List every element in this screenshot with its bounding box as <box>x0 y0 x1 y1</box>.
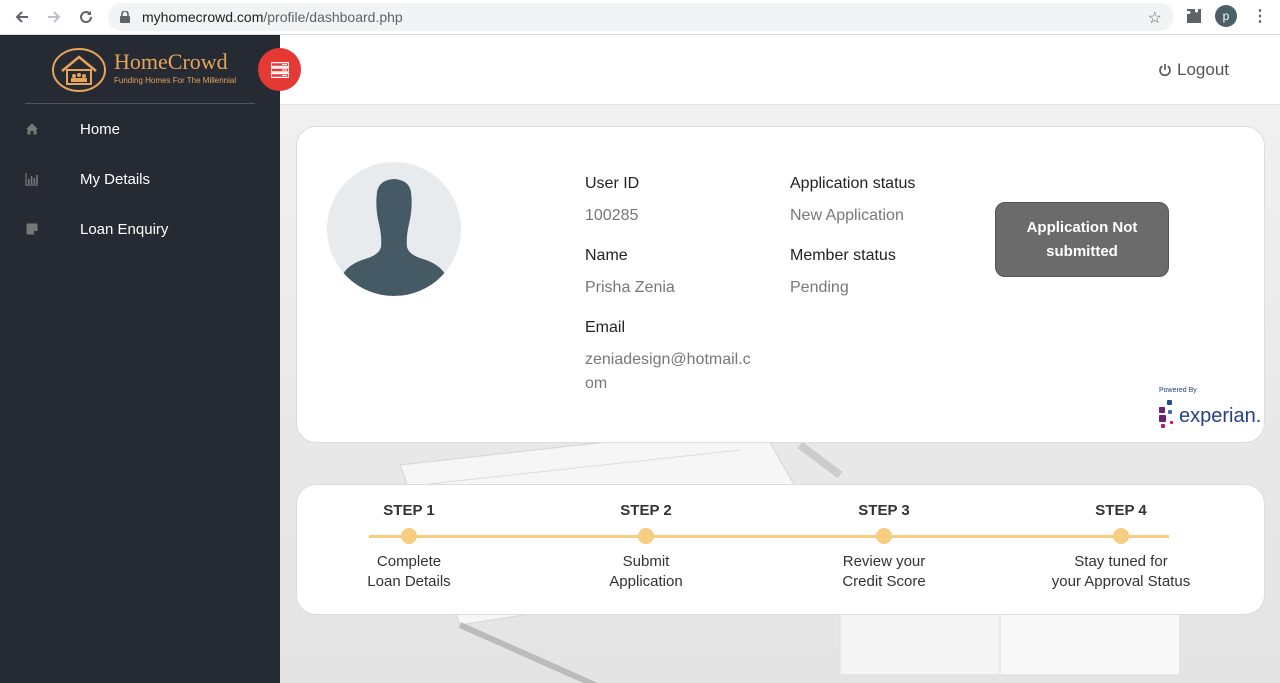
steps-card: STEP 1 Complete Loan Details STEP 2 Subm… <box>296 484 1265 615</box>
status-button-line1: Application Not <box>1026 218 1138 236</box>
step-desc: Complete Loan Details <box>367 553 451 590</box>
bookmark-star-icon[interactable]: ☆ <box>1148 8 1162 28</box>
more-menu-icon[interactable]: ⋮ <box>1252 6 1268 26</box>
user-id-label: User ID <box>585 175 640 192</box>
sidebar-divider <box>25 103 255 104</box>
sidebar-item-label: Loan Enquiry <box>80 220 169 238</box>
member-status-label: Member status <box>790 247 896 264</box>
member-status-value: Pending <box>790 279 849 296</box>
profile-card: User ID 100285 Name Prisha Zenia Email z… <box>296 126 1265 443</box>
steps-progress-line <box>369 535 1169 538</box>
step-title: STEP 3 <box>858 502 910 519</box>
brand-logo[interactable]: HomeCrowd Funding Homes For The Millenni… <box>52 45 242 95</box>
experian-dots-icon <box>1159 400 1173 428</box>
email-value-line2: om <box>585 375 608 392</box>
browser-toolbar: myhomecrowd.com/profile/dashboard.php ☆ … <box>0 0 1280 35</box>
lock-icon <box>120 11 130 23</box>
step-dot <box>401 528 417 544</box>
step-dot <box>1113 528 1129 544</box>
address-bar[interactable]: myhomecrowd.com/profile/dashboard.php ☆ <box>108 3 1174 31</box>
house-logo-icon <box>52 48 106 92</box>
home-icon <box>26 123 38 135</box>
sidebar-item-label: Home <box>80 120 121 138</box>
email-label: Email <box>585 319 626 336</box>
powered-by-label: Powered By <box>1159 387 1197 394</box>
application-status-value: New Application <box>790 207 904 224</box>
brand-tagline: Funding Homes For The Millennial <box>114 76 237 85</box>
power-icon <box>1159 64 1171 77</box>
profile-avatar[interactable]: p <box>1215 5 1237 27</box>
experian-logo: experian. <box>1159 399 1262 433</box>
step-desc: Stay tuned for your Approval Status <box>1051 553 1191 590</box>
name-label: Name <box>585 247 628 264</box>
sidebar: HomeCrowd Funding Homes For The Millenni… <box>0 35 301 683</box>
brand-name: HomeCrowd <box>114 49 228 74</box>
avatar <box>327 162 461 296</box>
experian-wordmark: experian. <box>1179 405 1262 427</box>
status-button-line2: submitted <box>1046 242 1118 260</box>
menu-stack-icon <box>270 61 289 78</box>
sidebar-item-my-details[interactable]: My Details <box>0 159 280 199</box>
step-desc: Submit Application <box>609 553 683 590</box>
reload-icon[interactable] <box>76 7 96 27</box>
top-header: Logout <box>280 35 1280 105</box>
user-silhouette-icon <box>343 179 445 296</box>
sidebar-item-loan-enquiry[interactable]: Loan Enquiry <box>0 209 280 249</box>
name-value: Prisha Zenia <box>585 279 675 296</box>
step-title: STEP 4 <box>1095 502 1147 519</box>
step-desc: Review your Credit Score <box>842 553 926 590</box>
extensions-puzzle-icon[interactable] <box>1186 8 1202 24</box>
step-title: STEP 2 <box>620 502 672 519</box>
step-dot <box>638 528 654 544</box>
note-icon <box>26 223 38 235</box>
sidebar-item-home[interactable]: Home <box>0 109 280 149</box>
email-value-line1: zeniadesign@hotmail.c <box>585 351 751 368</box>
back-arrow-icon[interactable] <box>12 7 32 27</box>
step-dot <box>876 528 892 544</box>
bar-chart-icon <box>25 173 38 186</box>
step-title: STEP 1 <box>383 502 435 519</box>
forward-arrow-icon[interactable] <box>44 7 64 27</box>
url-text: myhomecrowd.com/profile/dashboard.php <box>142 9 403 25</box>
user-id-value: 100285 <box>585 207 639 224</box>
menu-toggle-button[interactable] <box>258 48 301 91</box>
application-status-button[interactable]: Application Not submitted <box>995 202 1169 277</box>
sidebar-item-label: My Details <box>80 170 151 188</box>
application-status-label: Application status <box>790 175 916 192</box>
logout-label: Logout <box>1177 60 1229 79</box>
logout-button[interactable]: Logout <box>1158 60 1229 80</box>
